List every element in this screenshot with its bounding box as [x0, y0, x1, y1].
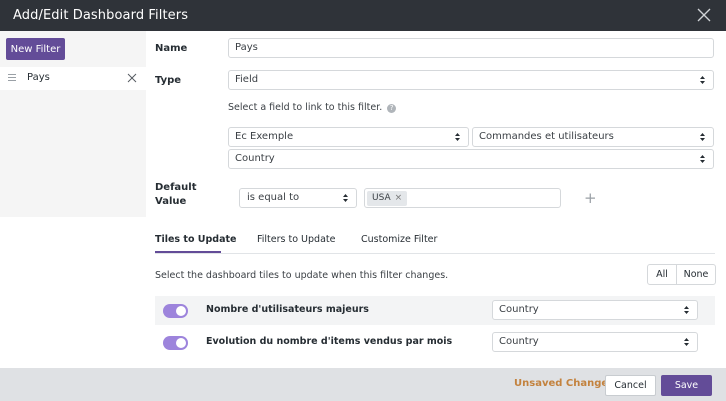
- link-field-help: Select a field to link to this filter.?: [228, 102, 397, 113]
- model-select[interactable]: Ec Exemple: [228, 127, 469, 147]
- dialog-header: Add/Edit Dashboard Filters: [0, 0, 726, 31]
- unsaved-changes-text: Unsaved Changes: [514, 378, 615, 389]
- model-select-value: Ec Exemple: [235, 131, 294, 142]
- tile-field-select-value: Country: [499, 336, 539, 347]
- tile-field-select-value: Country: [499, 304, 539, 315]
- value-token-text: USA: [372, 193, 391, 203]
- tile-field-select[interactable]: Country: [492, 332, 698, 352]
- filter-tabs: Tiles to Update Filters to Update Custom…: [155, 232, 715, 254]
- toggle-knob: [176, 338, 186, 348]
- new-filter-button[interactable]: New Filter: [6, 38, 65, 60]
- select-arrows-icon: [343, 194, 348, 202]
- select-arrows-icon: [700, 133, 705, 141]
- tile-field-select[interactable]: Country: [492, 300, 698, 320]
- remove-filter-icon[interactable]: [127, 73, 137, 83]
- tile-row: Evolution du nombre d'items vendus par m…: [155, 328, 715, 357]
- type-select[interactable]: Field: [228, 70, 714, 90]
- value-token: USA ×: [367, 191, 408, 206]
- field-select-value: Country: [235, 153, 275, 164]
- type-label: Type: [155, 75, 182, 86]
- tab-tiles-to-update[interactable]: Tiles to Update: [155, 234, 236, 245]
- tile-toggle[interactable]: [163, 336, 188, 350]
- select-arrows-icon: [455, 133, 460, 141]
- tile-name: Evolution du nombre d'items vendus par m…: [206, 336, 453, 347]
- field-select[interactable]: Country: [228, 149, 714, 169]
- link-field-help-text: Select a field to link to this filter.: [228, 102, 383, 113]
- save-button[interactable]: Save: [661, 375, 712, 396]
- explore-select-value: Commandes et utilisateurs: [479, 131, 614, 142]
- cancel-button[interactable]: Cancel: [605, 375, 656, 396]
- sidebar-filter-item[interactable]: Pays: [0, 67, 146, 90]
- select-arrows-icon: [684, 338, 689, 346]
- dialog-title: Add/Edit Dashboard Filters: [13, 8, 189, 23]
- select-all-button[interactable]: All: [647, 264, 677, 285]
- name-input[interactable]: Pays: [228, 38, 714, 58]
- filter-sidebar: New Filter Pays: [0, 31, 146, 217]
- select-none-button[interactable]: None: [676, 264, 716, 285]
- tab-filters-to-update[interactable]: Filters to Update: [257, 234, 335, 245]
- operator-select[interactable]: is equal to: [239, 188, 357, 208]
- type-select-value: Field: [235, 74, 259, 85]
- tiles-help-text: Select the dashboard tiles to update whe…: [155, 270, 449, 281]
- select-arrows-icon: [700, 155, 705, 163]
- toggle-knob: [176, 306, 186, 316]
- token-remove-icon[interactable]: ×: [395, 193, 403, 203]
- default-value-label-line2: Value: [155, 196, 187, 207]
- tile-name: Nombre d'utilisateurs majeurs: [206, 304, 369, 315]
- active-tab-indicator: [155, 251, 221, 253]
- name-label: Name: [155, 43, 188, 54]
- filter-item-name: Pays: [27, 72, 50, 83]
- select-arrows-icon: [700, 76, 705, 84]
- close-icon[interactable]: [696, 7, 712, 23]
- explore-select[interactable]: Commandes et utilisateurs: [472, 127, 714, 147]
- select-arrows-icon: [684, 306, 689, 314]
- name-input-value: Pays: [235, 42, 258, 53]
- default-value-label-line1: Default: [155, 182, 197, 193]
- help-icon[interactable]: ?: [387, 104, 397, 113]
- add-value-icon[interactable]: +: [584, 189, 597, 207]
- default-value-label: Default Value: [155, 181, 197, 209]
- dialog-footer: Unsaved Changes Cancel Save: [0, 368, 726, 401]
- tile-toggle[interactable]: [163, 304, 188, 318]
- tile-row: Nombre d'utilisateurs majeurs Country: [155, 296, 715, 325]
- drag-handle-icon[interactable]: [8, 74, 16, 82]
- tab-customize-filter[interactable]: Customize Filter: [361, 234, 437, 245]
- operator-select-value: is equal to: [247, 192, 300, 203]
